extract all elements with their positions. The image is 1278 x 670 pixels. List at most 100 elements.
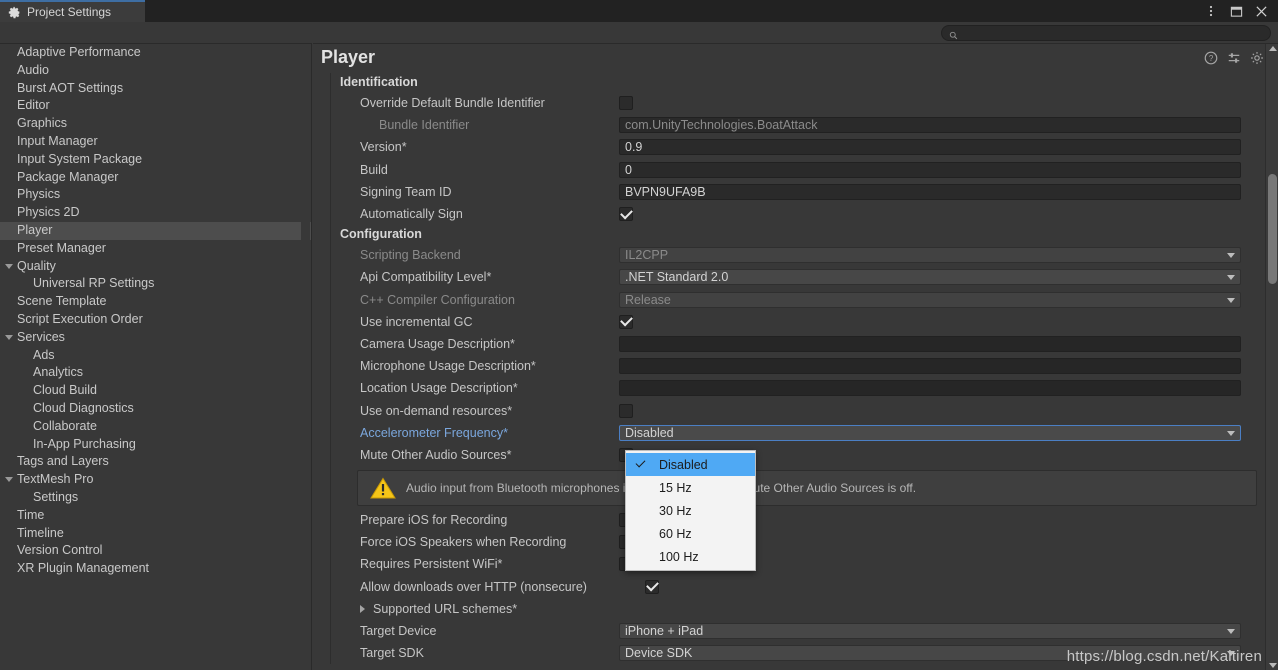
checkbox-override-default-bundle-identifier[interactable] bbox=[619, 96, 633, 110]
tab-project-settings[interactable]: Project Settings bbox=[0, 0, 145, 22]
text-field-version[interactable]: 0.9 bbox=[619, 139, 1241, 155]
sidebar-item-settings[interactable]: Settings bbox=[0, 489, 311, 507]
sidebar-item-label: Version Control bbox=[17, 543, 102, 557]
sidebar-scrollbar[interactable] bbox=[301, 44, 310, 670]
setting-row-build: Build0 bbox=[335, 159, 1261, 181]
chevron-down-icon[interactable] bbox=[1227, 298, 1235, 303]
sidebar-item-universal-rp-settings[interactable]: Universal RP Settings bbox=[0, 275, 311, 293]
checkbox-use-incremental-gc[interactable] bbox=[619, 315, 633, 329]
sidebar-item-analytics[interactable]: Analytics bbox=[0, 364, 311, 382]
preset-icon[interactable] bbox=[1227, 51, 1241, 65]
chevron-down-icon[interactable] bbox=[5, 477, 13, 482]
help-icon[interactable]: ? bbox=[1204, 51, 1218, 65]
chevron-down-icon[interactable] bbox=[1227, 431, 1235, 436]
sidebar-item-cloud-diagnostics[interactable]: Cloud Diagnostics bbox=[0, 400, 311, 418]
main-vertical-scrollbar[interactable] bbox=[1265, 44, 1278, 670]
search-input[interactable] bbox=[962, 27, 1270, 39]
sidebar-item-label: Audio bbox=[17, 63, 49, 77]
setting-row-automatically-sign: Automatically Sign bbox=[335, 203, 1261, 225]
text-field-camera-usage-description[interactable] bbox=[619, 336, 1241, 352]
chevron-down-icon[interactable] bbox=[1227, 253, 1235, 258]
chevron-right-icon[interactable] bbox=[360, 605, 365, 613]
text-field-location-usage-description[interactable] bbox=[619, 380, 1241, 396]
sidebar-item-physics[interactable]: Physics bbox=[0, 186, 311, 204]
sidebar-item-in-app-purchasing[interactable]: In-App Purchasing bbox=[0, 436, 311, 454]
sidebar-item-services[interactable]: Services bbox=[0, 329, 311, 347]
close-icon[interactable] bbox=[1254, 4, 1268, 18]
sidebar-item-time[interactable]: Time bbox=[0, 507, 311, 525]
dropdown-target-device[interactable]: iPhone + iPad bbox=[619, 623, 1241, 639]
dropdown-value: .NET Standard 2.0 bbox=[625, 270, 728, 284]
sidebar-item-xr-plugin-management[interactable]: XR Plugin Management bbox=[0, 560, 311, 578]
sidebar-item-scene-template[interactable]: Scene Template bbox=[0, 293, 311, 311]
sidebar-item-audio[interactable]: Audio bbox=[0, 62, 311, 80]
sidebar-item-label: Cloud Diagnostics bbox=[33, 401, 134, 415]
sidebar-item-package-manager[interactable]: Package Manager bbox=[0, 169, 311, 187]
dropdown-c-compiler-configuration[interactable]: Release bbox=[619, 292, 1241, 308]
sidebar-item-version-control[interactable]: Version Control bbox=[0, 542, 311, 560]
search-box[interactable] bbox=[941, 25, 1271, 41]
text-field-microphone-usage-description[interactable] bbox=[619, 358, 1241, 374]
checkbox-automatically-sign[interactable] bbox=[619, 207, 633, 221]
gear-icon[interactable] bbox=[1250, 51, 1264, 65]
sidebar-item-label: Quality bbox=[17, 259, 56, 273]
sidebar-item-ads[interactable]: Ads bbox=[0, 347, 311, 365]
settings-sidebar[interactable]: Adaptive PerformanceAudio Burst AOT Setti… bbox=[0, 43, 312, 670]
scroll-up-arrow[interactable] bbox=[1269, 46, 1277, 51]
sidebar-item-timeline[interactable]: Timeline bbox=[0, 525, 311, 543]
chevron-down-icon[interactable] bbox=[1227, 275, 1235, 280]
menu-option-60-hz[interactable]: 60 Hz bbox=[626, 522, 755, 545]
sidebar-item-cloud-build[interactable]: Cloud Build bbox=[0, 382, 311, 400]
menu-option-30-hz[interactable]: 30 Hz bbox=[626, 499, 755, 522]
setting-row-accelerometer-frequency: Accelerometer Frequency*Disabled bbox=[335, 422, 1261, 444]
setting-row-camera-usage-description: Camera Usage Description* bbox=[335, 333, 1261, 355]
sidebar-item-input-manager[interactable]: Input Manager bbox=[0, 133, 311, 151]
sidebar-item-label: Scene Template bbox=[17, 294, 106, 308]
sidebar-item-editor[interactable]: Editor bbox=[0, 97, 311, 115]
sidebar-item-graphics[interactable]: Graphics bbox=[0, 115, 311, 133]
text-field-signing-team-id[interactable]: BVPN9UFA9B bbox=[619, 184, 1241, 200]
accelerometer-frequency-menu[interactable]: Disabled15 Hz30 Hz60 Hz100 Hz bbox=[625, 450, 756, 571]
setting-label: Camera Usage Description* bbox=[335, 337, 619, 351]
sidebar-item-input-system-package[interactable]: Input System Package bbox=[0, 151, 311, 169]
setting-label[interactable]: Supported URL schemes* bbox=[335, 602, 619, 616]
sidebar-item-label: Player bbox=[17, 223, 52, 237]
menu-option-disabled[interactable]: Disabled bbox=[626, 453, 755, 476]
sidebar-item-tags-and-layers[interactable]: Tags and Layers bbox=[0, 453, 311, 471]
sidebar-item-textmesh-pro[interactable]: TextMesh Pro bbox=[0, 471, 311, 489]
scroll-down-arrow[interactable] bbox=[1269, 663, 1277, 668]
menu-option-15-hz[interactable]: 15 Hz bbox=[626, 476, 755, 499]
chevron-down-icon[interactable] bbox=[1227, 651, 1235, 656]
sidebar-item-preset-manager[interactable]: Preset Manager bbox=[0, 240, 311, 258]
scrollbar-thumb[interactable] bbox=[1268, 174, 1277, 284]
sidebar-item-collaborate[interactable]: Collaborate bbox=[0, 418, 311, 436]
setting-row-prepare-ios-for-recording: Prepare iOS for Recording bbox=[335, 509, 1261, 531]
chevron-down-icon[interactable] bbox=[1227, 629, 1235, 634]
dropdown-value: Disabled bbox=[625, 426, 674, 440]
dropdown-accelerometer-frequency[interactable]: Disabled bbox=[619, 425, 1241, 441]
checkbox-allow-downloads-over-http-nonsecure[interactable] bbox=[645, 580, 659, 594]
dropdown-target-sdk[interactable]: Device SDK bbox=[619, 645, 1241, 661]
setting-label: Prepare iOS for Recording bbox=[335, 513, 619, 527]
sidebar-item-quality[interactable]: Quality bbox=[0, 258, 311, 276]
chevron-down-icon[interactable] bbox=[5, 335, 13, 340]
checkbox-use-on-demand-resources[interactable] bbox=[619, 404, 633, 418]
sidebar-item-label: Settings bbox=[33, 490, 78, 504]
menu-option-100-hz[interactable]: 100 Hz bbox=[626, 545, 755, 568]
text-field-bundle-identifier[interactable]: com.UnityTechnologies.BoatAttack bbox=[619, 117, 1241, 133]
maximize-icon[interactable] bbox=[1229, 4, 1243, 18]
chevron-down-icon[interactable] bbox=[5, 264, 13, 269]
sidebar-item-physics-2d[interactable]: Physics 2D bbox=[0, 204, 311, 222]
sidebar-item-player[interactable]: Player bbox=[0, 222, 311, 240]
sidebar-item-script-execution-order[interactable]: Script Execution Order bbox=[0, 311, 311, 329]
dropdown-scripting-backend[interactable]: IL2CPP bbox=[619, 247, 1241, 263]
sidebar-item-adaptive-performance[interactable]: Adaptive Performance bbox=[0, 44, 311, 62]
setting-label: Signing Team ID bbox=[335, 185, 619, 199]
dropdown-api-compatibility-level[interactable]: .NET Standard 2.0 bbox=[619, 269, 1241, 285]
text-field-build[interactable]: 0 bbox=[619, 162, 1241, 178]
kebab-menu-icon[interactable] bbox=[1204, 4, 1218, 18]
search-bar-row bbox=[0, 22, 1278, 43]
sidebar-item-burst-aot-settings[interactable]: Burst AOT Settings bbox=[0, 80, 311, 98]
search-icon bbox=[949, 29, 958, 38]
title-bar: Project Settings bbox=[0, 0, 1278, 22]
